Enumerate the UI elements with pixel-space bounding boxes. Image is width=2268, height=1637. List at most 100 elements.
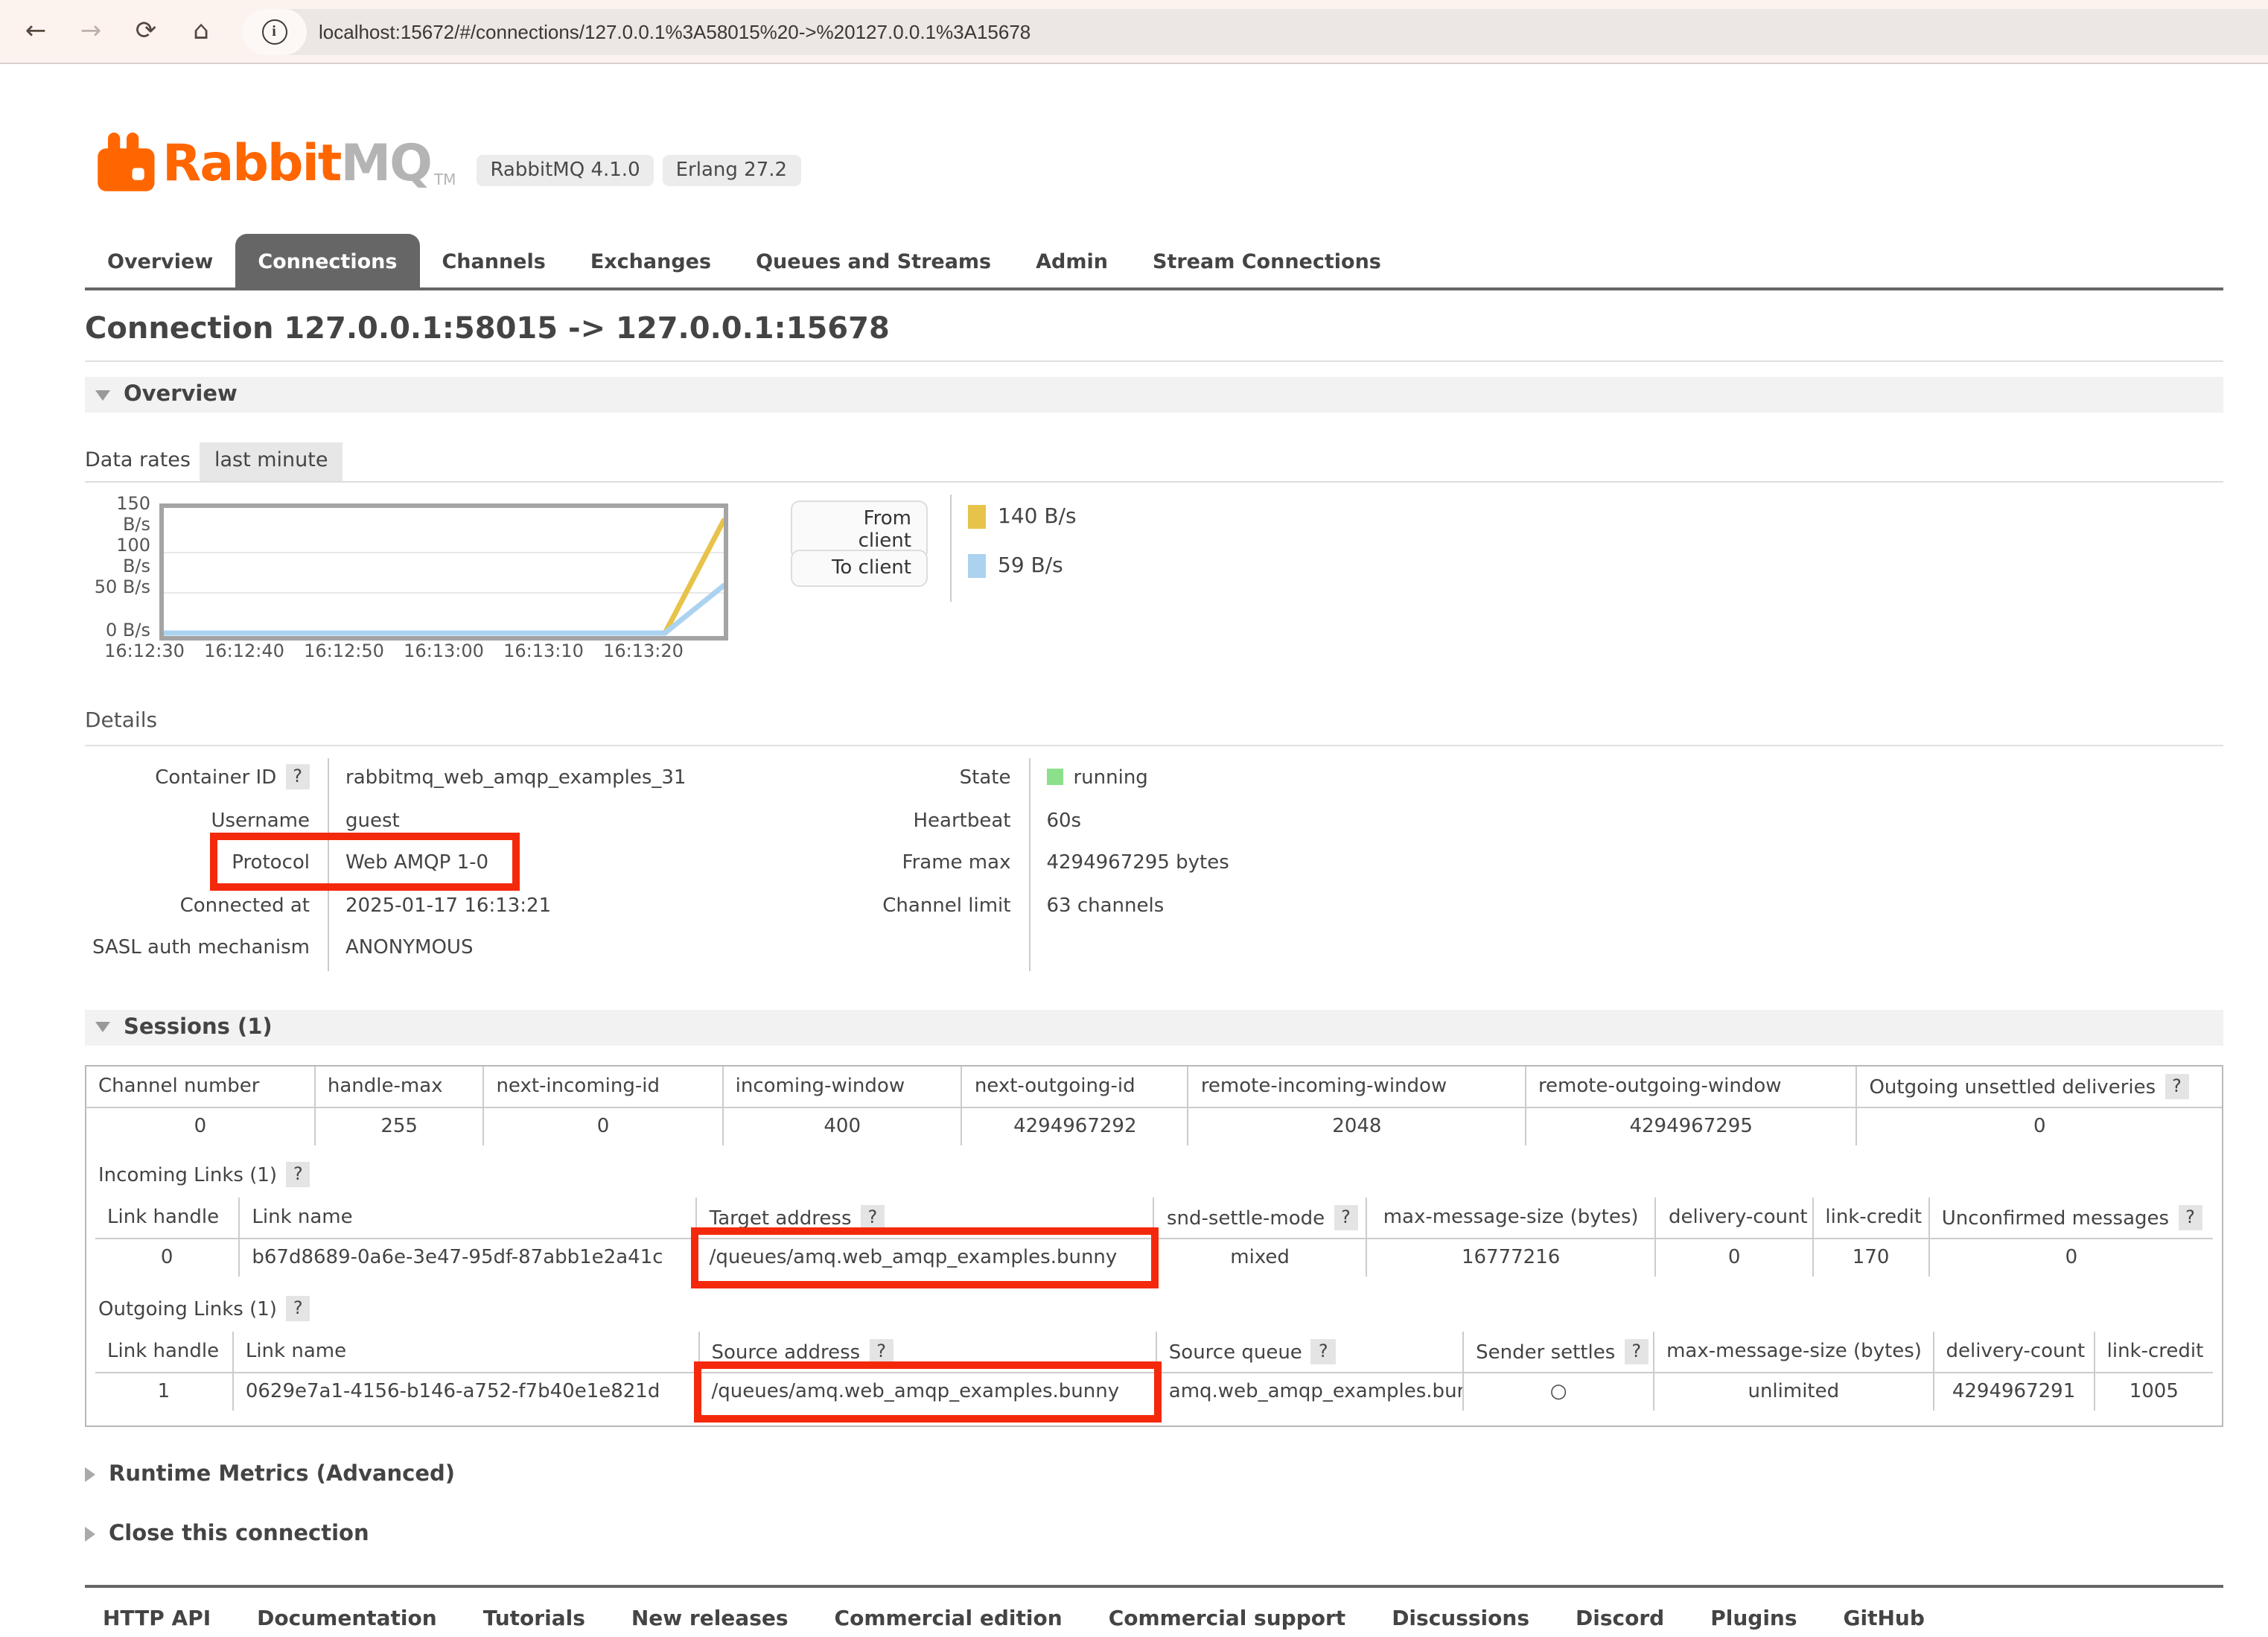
column-header: handle-max [315, 1066, 484, 1107]
table-header-row: Link handle Link name Source address? So… [95, 1331, 2213, 1372]
help-icon[interactable]: ? [861, 1204, 885, 1230]
collapse-icon [95, 390, 110, 400]
legend-to-client-value: 59 B/s [968, 554, 1063, 578]
footer-link-tutorials[interactable]: Tutorials [483, 1606, 585, 1630]
reload-icon[interactable]: ⟳ [127, 16, 165, 46]
footer-link-documentation[interactable]: Documentation [257, 1606, 437, 1630]
back-icon[interactable]: ← [16, 16, 55, 46]
column-header: Link name [239, 1197, 696, 1238]
container-id-value: rabbitmq_web_amqp_examples_31 [345, 758, 686, 801]
frame-max-value: 4294967295 bytes [1046, 843, 1229, 886]
outgoing-links-heading: Outgoing Links (1)? [98, 1295, 2213, 1320]
sessions-container: Channel number handle-max next-incoming-… [85, 1064, 2223, 1426]
y-tick: 100 B/s [85, 535, 150, 576]
source-queue-cell: amq.web_amqp_examples.bunny [1156, 1372, 1463, 1410]
table-cell: unlimited [1654, 1372, 1933, 1410]
forward-icon[interactable]: → [71, 16, 110, 46]
outgoing-links-table: Link handle Link name Source address? So… [95, 1331, 2213, 1410]
footer-link-commercial-edition[interactable]: Commercial edition [835, 1606, 1063, 1630]
table-cell: 255 [315, 1107, 484, 1145]
footer-link-http-api[interactable]: HTTP API [103, 1606, 211, 1630]
column-header: max-message-size (bytes) [1366, 1197, 1656, 1238]
footer-link-discord[interactable]: Discord [1576, 1606, 1664, 1630]
detail-label: SASL auth mechanism [85, 928, 328, 970]
chart-plot-area [159, 503, 728, 641]
table-cell: 170 [1812, 1238, 1928, 1276]
link-name-cell: b67d8689-0a6e-3e47-95df-87abb1e2a41c [239, 1238, 696, 1276]
column-header: Channel number [86, 1066, 315, 1107]
x-tick: 16:12:50 [295, 641, 393, 661]
tab-admin[interactable]: Admin [1013, 237, 1130, 287]
chart-lines [164, 508, 724, 636]
table-header-row: Link handle Link name Target address? sn… [95, 1197, 2213, 1238]
table-cell: 4294967292 [962, 1107, 1188, 1145]
table-cell: 4294967291 [1934, 1372, 2095, 1410]
column-header: Outgoing unsettled deliveries? [1856, 1066, 2222, 1107]
table-row: 0 255 0 400 4294967292 2048 4294967295 0 [86, 1107, 2222, 1145]
details-right-group: State Heartbeat Frame max Channel limit … [730, 758, 1229, 970]
help-icon[interactable]: ? [285, 764, 310, 789]
column-header: delivery-count [1656, 1197, 1812, 1238]
column-header: Unconfirmed messages? [1929, 1197, 2213, 1238]
footer-link-github[interactable]: GitHub [1844, 1606, 1925, 1630]
heartbeat-value: 60s [1046, 801, 1229, 843]
table-cell: 16777216 [1366, 1238, 1656, 1276]
sessions-section-header[interactable]: Sessions (1) [85, 1009, 2223, 1045]
main-nav-tabs: Overview Connections Channels Exchanges … [85, 234, 2223, 290]
details-grid: Container ID? Username Protocol Connecte… [85, 758, 2223, 970]
data-rates-mode-chip[interactable]: last minute [200, 442, 343, 481]
legend-to-client-button[interactable]: To client [791, 550, 928, 587]
column-header: link-credit [2095, 1331, 2213, 1372]
state-running-swatch [1046, 769, 1063, 785]
legend-divider [950, 495, 952, 602]
help-icon[interactable]: ? [286, 1295, 310, 1320]
tab-overview[interactable]: Overview [85, 237, 235, 287]
expand-icon [85, 1466, 95, 1481]
rabbitmq-logo-icon[interactable] [97, 133, 156, 192]
connected-at-value: 2025-01-17 16:13:21 [345, 886, 686, 928]
tab-channels[interactable]: Channels [419, 237, 567, 287]
from-client-swatch [968, 505, 986, 529]
details-left-group: Container ID? Username Protocol Connecte… [85, 758, 686, 970]
table-cell: 0 [1929, 1238, 2213, 1276]
address-bar[interactable]: i localhost:15672/#/connections/127.0.0.… [241, 8, 2268, 54]
x-tick: 16:13:20 [594, 641, 692, 661]
trademark-label: TM [434, 173, 456, 189]
rabbitmq-version-badge: RabbitMQ 4.1.0 [477, 155, 653, 186]
close-connection-section-header[interactable]: Close this connection [85, 1522, 2223, 1545]
detail-label: Frame max [730, 843, 1028, 886]
help-icon[interactable]: ? [1311, 1338, 1336, 1364]
tab-connections[interactable]: Connections [235, 234, 419, 287]
collapse-icon [95, 1022, 110, 1032]
to-client-swatch [968, 554, 986, 578]
help-icon[interactable]: ? [869, 1338, 893, 1364]
x-tick: 16:12:40 [195, 641, 293, 661]
footer-link-discussions[interactable]: Discussions [1392, 1606, 1529, 1630]
footer-link-new-releases[interactable]: New releases [631, 1606, 789, 1630]
column-header: link-credit [1812, 1197, 1928, 1238]
overview-section-header[interactable]: Overview [85, 377, 2223, 413]
channel-limit-value: 63 channels [1046, 886, 1229, 928]
app-header: RabbitMQ TM RabbitMQ 4.1.0 Erlang 27.2 [85, 64, 2223, 192]
help-icon[interactable]: ? [2178, 1204, 2202, 1230]
footer-links: HTTP API Documentation Tutorials New rel… [85, 1584, 2223, 1630]
runtime-metrics-section-header[interactable]: Runtime Metrics (Advanced) [85, 1462, 2223, 1486]
help-icon[interactable]: ? [286, 1161, 310, 1186]
help-icon[interactable]: ? [1334, 1204, 1358, 1230]
help-icon[interactable]: ? [2165, 1073, 2189, 1099]
help-icon[interactable]: ? [1624, 1338, 1649, 1364]
column-header: Source queue? [1156, 1331, 1463, 1372]
home-icon[interactable]: ⌂ [182, 16, 220, 46]
footer-link-plugins[interactable]: Plugins [1710, 1606, 1797, 1630]
y-tick: 50 B/s [85, 576, 150, 597]
footer-link-commercial-support[interactable]: Commercial support [1109, 1606, 1346, 1630]
logo-wordmark[interactable]: RabbitMQ [162, 136, 431, 192]
site-info-button[interactable]: i [241, 8, 307, 54]
tab-queues-and-streams[interactable]: Queues and Streams [733, 237, 1013, 287]
table-header-row: Channel number handle-max next-incoming-… [86, 1066, 2222, 1107]
tab-stream-connections[interactable]: Stream Connections [1130, 237, 1404, 287]
page-title: Connection 127.0.0.1:58015 -> 127.0.0.1:… [85, 310, 2223, 346]
detail-label: Protocol [85, 843, 328, 886]
detail-label: Container ID? [85, 758, 328, 801]
tab-exchanges[interactable]: Exchanges [568, 237, 733, 287]
